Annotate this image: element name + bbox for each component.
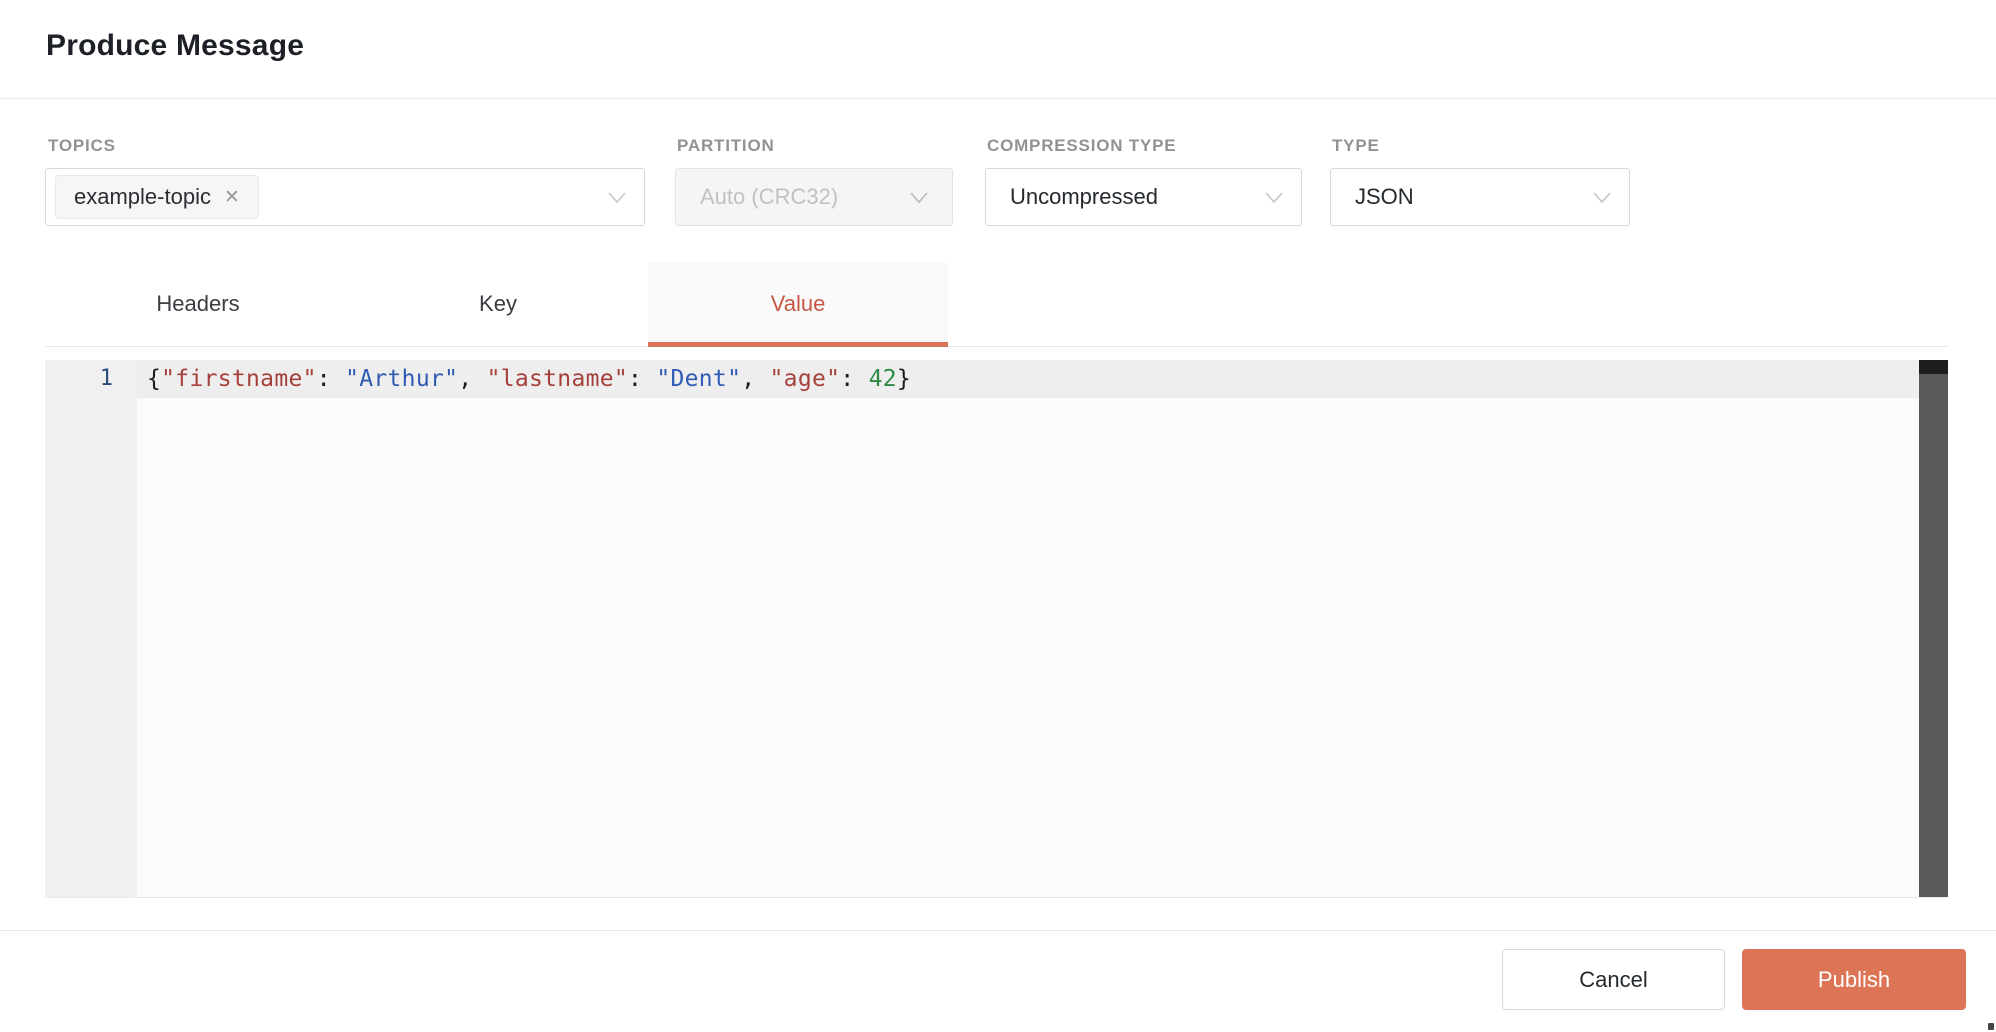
compression-type-value: Uncompressed [1010, 184, 1158, 210]
chevron-down-icon [1591, 187, 1613, 207]
tab-value[interactable]: Value [648, 262, 948, 346]
value-editor[interactable]: 1 {"firstname": "Arthur", "lastname": "D… [45, 360, 1948, 898]
code-token: , [741, 366, 769, 392]
publish-button[interactable]: Publish [1742, 949, 1966, 1010]
scrollbar-thumb[interactable] [1919, 360, 1948, 374]
partition-select: Auto (CRC32) [675, 168, 953, 226]
editor-gutter: 1 [45, 360, 137, 897]
code-token: } [897, 366, 911, 392]
partition-label: PARTITION [677, 136, 775, 156]
code-token: "Arthur" [345, 366, 458, 392]
message-part-tabs: Headers Key Value [45, 262, 1948, 347]
chevron-down-icon [606, 187, 628, 207]
produce-message-dialog: Produce Message TOPICS example-topic ✕ P… [0, 0, 1996, 1032]
code-token: : [840, 366, 868, 392]
code-token: { [147, 366, 161, 392]
topic-tag: example-topic ✕ [55, 175, 259, 219]
remove-topic-icon[interactable]: ✕ [224, 188, 240, 207]
compression-type-select[interactable]: Uncompressed [985, 168, 1302, 226]
topics-label: TOPICS [48, 136, 116, 156]
chevron-down-icon [908, 187, 930, 207]
editor-vertical-scrollbar[interactable] [1919, 360, 1948, 897]
footer-divider [0, 930, 1996, 931]
page-scrollbar-corner [1988, 1023, 1994, 1030]
code-token: "age" [770, 366, 841, 392]
code-token: "Dent" [656, 366, 741, 392]
code-token: "lastname" [487, 366, 628, 392]
code-line: {"firstname": "Arthur", "lastname": "Den… [147, 360, 911, 398]
line-number: 1 [45, 360, 113, 398]
dialog-header: Produce Message [0, 0, 1996, 99]
code-token: 42 [869, 366, 897, 392]
page-title: Produce Message [46, 29, 304, 63]
topics-select[interactable]: example-topic ✕ [45, 168, 645, 226]
cancel-button[interactable]: Cancel [1502, 949, 1725, 1010]
chevron-down-icon [1263, 187, 1285, 207]
code-token: "firstname" [161, 366, 317, 392]
type-value: JSON [1355, 184, 1414, 210]
tab-key[interactable]: Key [348, 262, 648, 346]
code-token: : [628, 366, 656, 392]
code-token: : [317, 366, 345, 392]
code-token: , [458, 366, 486, 392]
partition-value: Auto (CRC32) [700, 184, 838, 210]
type-label: TYPE [1332, 136, 1380, 156]
tab-headers[interactable]: Headers [48, 262, 348, 346]
topic-tag-label: example-topic [74, 184, 211, 210]
compression-type-label: COMPRESSION TYPE [987, 136, 1176, 156]
type-select[interactable]: JSON [1330, 168, 1630, 226]
